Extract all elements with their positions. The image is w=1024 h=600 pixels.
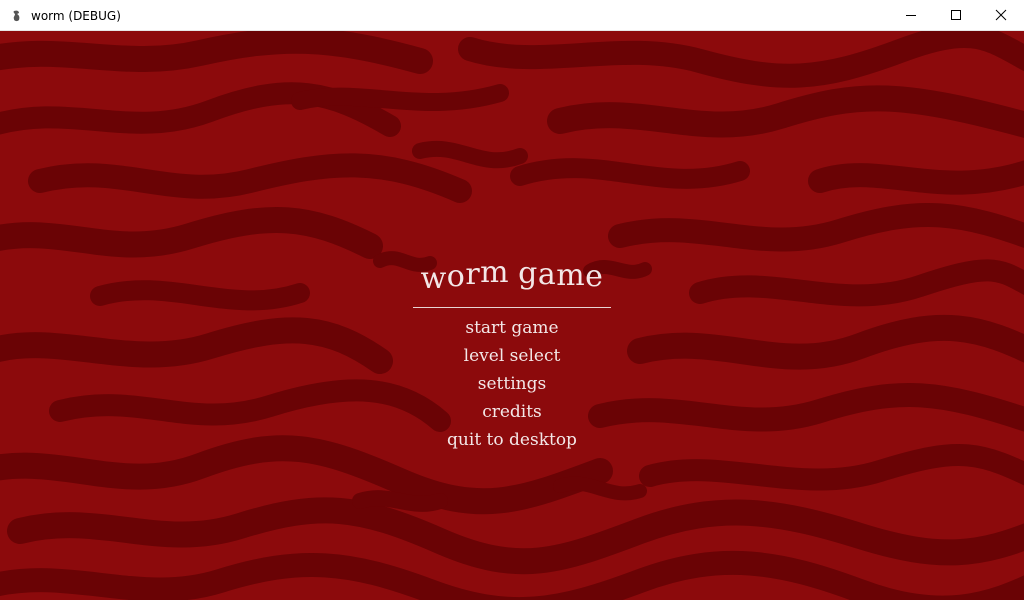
title-bar[interactable]: worm (DEBUG) xyxy=(0,0,1024,31)
title-letter: e xyxy=(585,259,604,294)
app-icon xyxy=(13,10,20,22)
minimize-button[interactable] xyxy=(888,0,934,30)
title-letter: r xyxy=(465,257,481,292)
title-letter: a xyxy=(537,257,557,292)
title-letter: m xyxy=(480,255,510,290)
title-divider xyxy=(413,307,611,308)
maximize-icon xyxy=(951,10,961,20)
game-title: worm game xyxy=(412,255,612,303)
close-icon xyxy=(995,9,1007,21)
title-letter: m xyxy=(556,258,586,293)
title-letter: g xyxy=(518,256,538,291)
title-letter: o xyxy=(446,259,466,294)
level-select-button[interactable]: level select xyxy=(412,342,612,370)
game-window: worm (DEBUG) worm game start game level … xyxy=(0,0,1024,600)
close-button[interactable] xyxy=(978,0,1024,30)
settings-button[interactable]: settings xyxy=(412,370,612,398)
start-game-button[interactable]: start game xyxy=(412,314,612,342)
window-title: worm (DEBUG) xyxy=(31,9,121,23)
title-letter: w xyxy=(420,261,447,296)
game-canvas: worm game start game level select settin… xyxy=(0,31,1024,600)
quit-to-desktop-button[interactable]: quit to desktop xyxy=(412,426,612,454)
main-menu: worm game start game level select settin… xyxy=(412,255,612,454)
minimize-icon xyxy=(906,15,916,16)
maximize-button[interactable] xyxy=(933,0,979,30)
credits-button[interactable]: credits xyxy=(412,398,612,426)
